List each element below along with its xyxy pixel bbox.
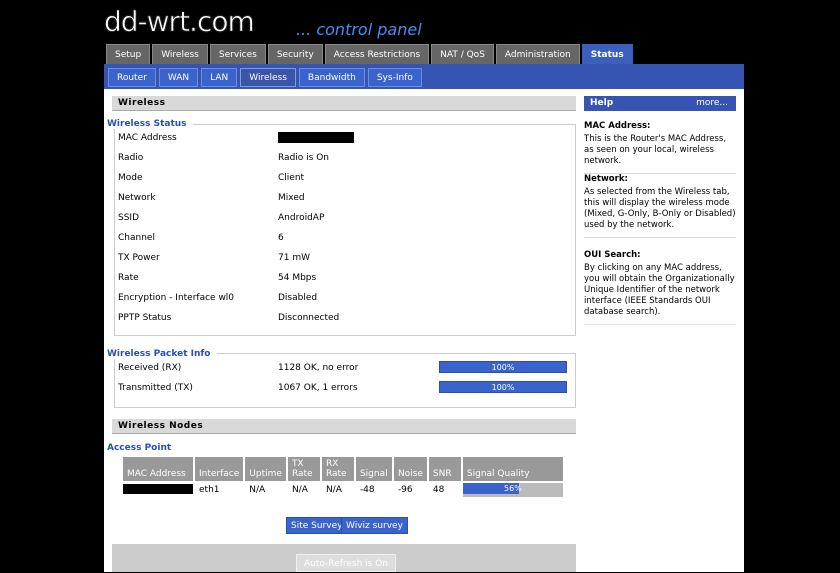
table-row: eth1 N/A N/A N/A -48 -96 48 56% xyxy=(123,483,563,497)
help-more-link[interactable]: more... xyxy=(696,96,728,111)
help-title: Help xyxy=(590,98,614,108)
signal-quality-text: 56% xyxy=(504,484,522,493)
help-section-mac: MAC Address: This is the Router's MAC Ad… xyxy=(584,121,736,174)
tab-security[interactable]: Security xyxy=(267,44,323,64)
label-channel: Channel xyxy=(118,233,155,243)
col-snr: SNR xyxy=(428,457,461,481)
help-network-title: Network: xyxy=(584,174,628,184)
tab-nat-qos[interactable]: NAT / QoS xyxy=(431,44,494,64)
redacted-node-mac xyxy=(123,483,193,494)
tab-status[interactable]: Status xyxy=(581,44,633,64)
col-interface: Interface xyxy=(195,457,244,481)
help-oui-title: OUI Search: xyxy=(584,250,641,260)
label-ssid: SSID xyxy=(118,213,140,223)
wireless-status-box xyxy=(114,124,576,336)
received-bar: 100% xyxy=(439,361,567,373)
node-rx-rate: N/A xyxy=(325,485,342,495)
encryption-value: Disabled xyxy=(278,293,318,303)
node-signal-quality: 56% xyxy=(462,483,563,497)
tab-access-restrictions[interactable]: Access Restrictions xyxy=(324,44,430,64)
rate-value: 54 Mbps xyxy=(278,273,317,283)
tab-administration[interactable]: Administration xyxy=(495,44,580,64)
col-rx-rate: RX Rate xyxy=(321,457,354,481)
help-network-text: As selected from the Wireless tab, this … xyxy=(584,187,736,230)
subtab-router[interactable]: Router xyxy=(108,68,156,87)
label-encryption: Encryption - Interface wl0 xyxy=(118,293,235,303)
footer-bar: Auto-Refresh is On xyxy=(112,544,576,572)
node-interface: eth1 xyxy=(199,485,220,495)
mode-value: Client xyxy=(278,173,305,183)
logo-text: dd-wrt.com xyxy=(104,5,255,39)
table-header-row: MAC Address Interface Uptime TX Rate RX … xyxy=(123,457,563,481)
access-point-legend: Access Point xyxy=(107,443,178,453)
help-divider xyxy=(584,324,736,325)
section-header-wireless: Wireless xyxy=(112,96,576,111)
col-signal: Signal xyxy=(355,457,392,481)
label-radio: Radio xyxy=(118,153,144,163)
site-survey-button[interactable]: Site Survey xyxy=(286,517,348,534)
label-rate: Rate xyxy=(118,273,139,283)
wiviz-survey-button[interactable]: Wiviz survey xyxy=(341,517,408,534)
transmitted-value: 1067 OK, 1 errors xyxy=(278,383,358,393)
node-mac[interactable] xyxy=(123,483,193,497)
redacted-mac xyxy=(278,132,354,143)
tab-setup[interactable]: Setup xyxy=(106,44,151,64)
label-network: Network xyxy=(118,193,156,203)
main-content: Wireless Wireless Status MAC Address Rad… xyxy=(104,89,744,572)
col-tx-rate: TX Rate xyxy=(287,457,320,481)
section-header-wireless-nodes: Wireless Nodes xyxy=(112,419,576,434)
pptp-status-value: Disconnected xyxy=(278,313,340,323)
col-mac-address: MAC Address xyxy=(123,457,193,481)
label-mode: Mode xyxy=(118,173,143,183)
subtab-wireless[interactable]: Wireless xyxy=(240,68,296,87)
help-mac-title: MAC Address: xyxy=(584,121,651,131)
logo-tagline: ... control panel xyxy=(296,20,422,39)
node-snr: 48 xyxy=(432,485,445,495)
tx-power-value: 71 mW xyxy=(278,253,310,263)
sub-tabs: Router WAN LAN Wireless Bandwidth Sys-In… xyxy=(108,68,422,87)
help-oui-text: By clicking on any MAC address, you will… xyxy=(584,263,735,317)
subtab-sys-info[interactable]: Sys-Info xyxy=(367,68,422,87)
packet-info-legend: Wireless Packet Info xyxy=(107,349,217,359)
tab-services[interactable]: Services xyxy=(209,44,266,64)
tab-wireless[interactable]: Wireless xyxy=(152,44,208,64)
help-mac-text: This is the Router's MAC Address, as see… xyxy=(584,134,727,166)
label-received: Received (RX) xyxy=(118,363,182,373)
subtab-lan[interactable]: LAN xyxy=(201,68,238,87)
main-tabs: Setup Wireless Services Security Access … xyxy=(106,44,633,64)
node-tx-rate: N/A xyxy=(291,485,308,495)
label-mac-address: MAC Address xyxy=(118,133,177,143)
mac-address-value xyxy=(278,132,354,146)
help-section-network: Network: As selected from the Wireless t… xyxy=(584,174,736,238)
ssid-value: AndroidAP xyxy=(278,213,325,223)
transmitted-bar: 100% xyxy=(439,381,567,393)
label-pptp-status: PPTP Status xyxy=(118,313,172,323)
subtab-bandwidth[interactable]: Bandwidth xyxy=(298,68,365,87)
subtab-wan[interactable]: WAN xyxy=(158,68,199,87)
col-signal-quality: Signal Quality xyxy=(462,457,563,481)
channel-value: 6 xyxy=(278,233,284,243)
wireless-status-legend: Wireless Status xyxy=(107,119,193,129)
help-section-oui: OUI Search: By clicking on any MAC addre… xyxy=(584,250,736,325)
label-transmitted: Transmitted (TX) xyxy=(118,383,193,393)
help-divider xyxy=(584,237,736,238)
node-signal: -48 xyxy=(359,485,375,495)
received-value: 1128 OK, no error xyxy=(278,363,359,373)
auto-refresh-button[interactable]: Auto-Refresh is On xyxy=(296,554,396,572)
node-uptime: N/A xyxy=(249,485,266,495)
col-noise: Noise xyxy=(393,457,427,481)
label-tx-power: TX Power xyxy=(118,253,160,263)
col-uptime: Uptime xyxy=(245,457,286,481)
radio-value: Radio is On xyxy=(278,153,329,163)
access-point-table: MAC Address Interface Uptime TX Rate RX … xyxy=(121,455,565,499)
network-value: Mixed xyxy=(278,193,305,203)
node-noise: -96 xyxy=(397,485,413,495)
help-header: Help more... xyxy=(584,96,736,111)
